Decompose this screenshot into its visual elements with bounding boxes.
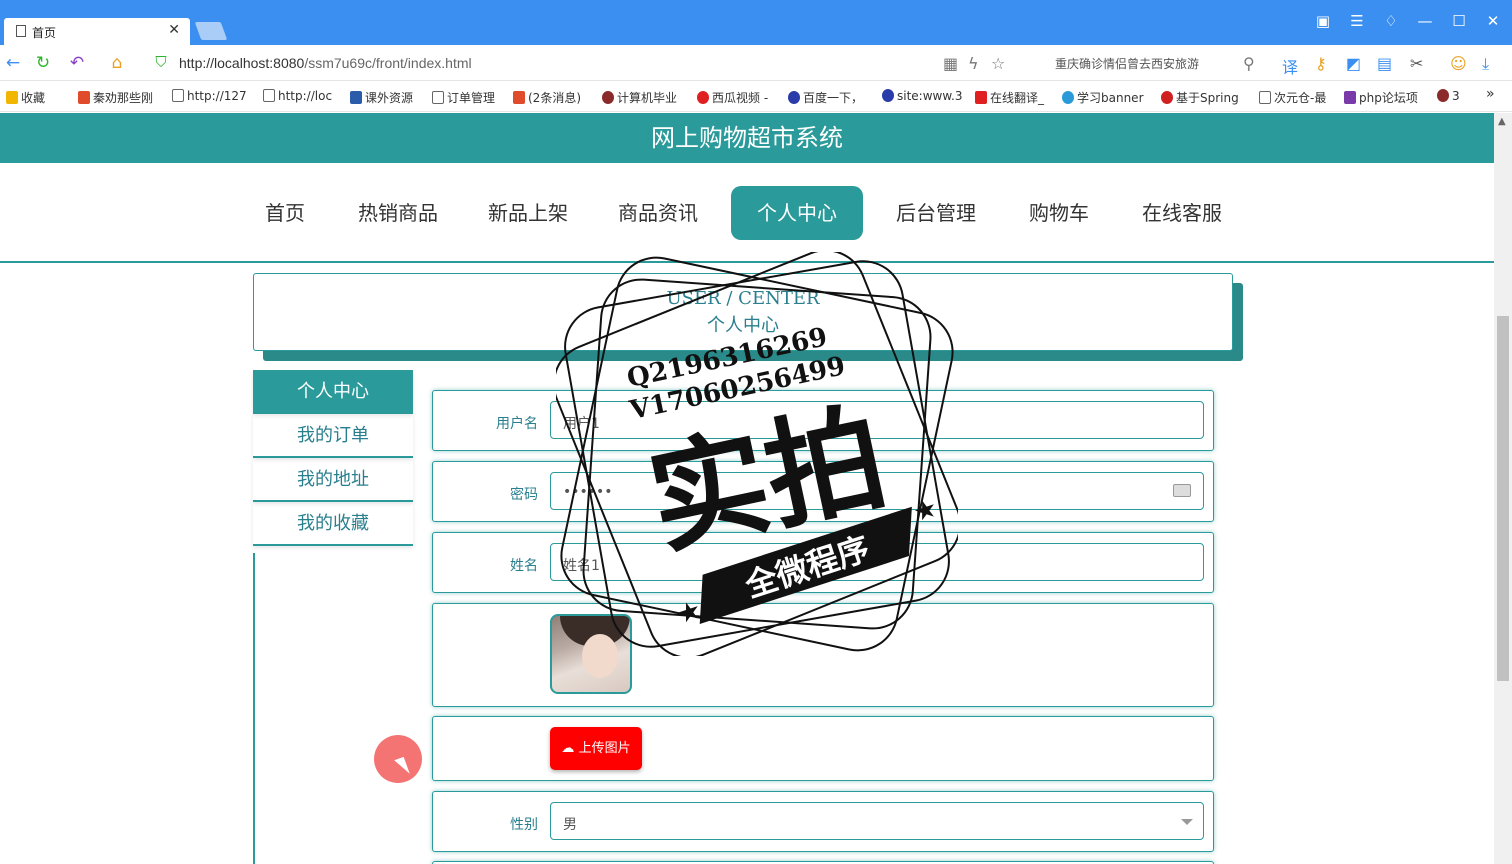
bookmark-item[interactable]: 订单管理 <box>432 89 495 106</box>
scroll-up-icon[interactable]: ▲ <box>1498 116 1506 127</box>
address-bar: ← ↻ ↶ ⌂ ⛉ http://localhost:8080/ssm7u69c… <box>0 45 1512 81</box>
minimize-icon[interactable]: — <box>1415 12 1435 30</box>
cloud-upload-icon: ☁ <box>561 741 575 756</box>
menu-icon[interactable]: ☰ <box>1347 12 1367 30</box>
key-icon[interactable]: ⚷ <box>1315 54 1327 73</box>
password-row: 密码 •••••• <box>432 461 1214 522</box>
close-window-icon[interactable]: ✕ <box>1483 12 1503 30</box>
download-icon[interactable]: ⤓ <box>1482 54 1489 74</box>
heading-en: USER / CENTER <box>666 288 820 309</box>
username-row: 用户名 用户1 <box>432 390 1214 451</box>
page-content: 网上购物超市系统 首页 热销商品 新品上架 商品资讯 个人中心 后台管理 购物车… <box>0 113 1494 864</box>
close-tab-icon[interactable]: ✕ <box>168 22 180 38</box>
skin-icon[interactable]: ♢ <box>1381 12 1401 30</box>
browser-tab[interactable]: 首页 ✕ <box>4 18 190 45</box>
star-icon[interactable]: ☆ <box>991 54 1005 73</box>
scroll-thumb[interactable] <box>1497 316 1509 681</box>
lightning-icon[interactable]: ϟ <box>968 54 979 73</box>
qr-icon[interactable]: ▦ <box>943 54 958 73</box>
bookmark-item[interactable]: 3 <box>1437 89 1460 103</box>
password-input[interactable]: •••••• <box>550 472 1204 510</box>
tab-title: 首页 <box>32 26 57 40</box>
refresh-icon[interactable]: ↻ <box>32 53 54 73</box>
username-label: 用户名 <box>496 416 538 432</box>
bookmark-item[interactable]: 学习banner <box>1062 89 1144 106</box>
bookmark-item[interactable]: 基于Spring <box>1161 89 1239 106</box>
secure-shield-icon: ⛉ <box>155 53 167 71</box>
tab-list-icon[interactable]: ▣ <box>1313 12 1333 30</box>
user-sidebar: 个人中心 我的订单 我的地址 我的收藏 <box>253 370 413 546</box>
nav-admin[interactable]: 后台管理 <box>886 186 986 240</box>
sidebar-item-user-center[interactable]: 个人中心 <box>253 370 413 414</box>
password-label: 密码 <box>510 487 538 503</box>
maximize-icon[interactable]: ☐ <box>1449 12 1469 30</box>
extension-icon[interactable]: ◩ <box>1346 54 1361 73</box>
window-icon[interactable]: ▤ <box>1377 54 1392 73</box>
gender-select[interactable]: 男 <box>550 802 1204 840</box>
bookmark-item[interactable]: 在线翻译_ <box>975 89 1044 106</box>
site-title: 网上购物超市系统 <box>0 113 1494 163</box>
main-nav: 首页 热销商品 新品上架 商品资讯 个人中心 后台管理 购物车 在线客服 <box>0 163 1494 263</box>
upload-row: ☁ 上传图片 <box>432 716 1214 781</box>
translate-icon[interactable]: 译 <box>1282 54 1298 78</box>
nav-hot-products[interactable]: 热销商品 <box>348 186 448 240</box>
name-input[interactable]: 姓名1 <box>550 543 1204 581</box>
bookmarks-bar: 收藏 秦劝那些刚 http://127 http://loc 课外资源 订单管理… <box>0 81 1512 112</box>
nav-user-center[interactable]: 个人中心 <box>731 186 863 240</box>
search-icon[interactable]: ⚲ <box>1243 54 1255 73</box>
bookmark-item[interactable]: (2条消息) <box>513 89 581 106</box>
user-center-heading: USER / CENTER 个人中心 <box>253 273 1233 351</box>
browser-titlebar: 首页 ✕ ▣ ☰ ♢ — ☐ ✕ <box>0 0 1512 45</box>
bookmark-item[interactable]: 收藏 <box>6 89 45 106</box>
name-label: 姓名 <box>510 558 538 574</box>
more-bookmarks-icon[interactable]: » <box>1486 86 1495 102</box>
scissors-icon[interactable]: ✂ <box>1410 54 1423 73</box>
page-icon <box>16 25 26 37</box>
undo-icon[interactable]: ↶ <box>66 53 88 73</box>
nav-new-products[interactable]: 新品上架 <box>478 186 578 240</box>
avatar-image <box>550 614 632 694</box>
chevron-down-icon <box>1181 819 1193 825</box>
emoji-icon[interactable]: ☺ <box>1450 54 1467 73</box>
nav-cart[interactable]: 购物车 <box>1019 186 1099 240</box>
nav-news[interactable]: 商品资讯 <box>608 186 708 240</box>
bookmark-item[interactable]: 西瓜视频 - <box>697 89 768 106</box>
back-icon[interactable]: ← <box>2 53 24 73</box>
keyboard-icon[interactable] <box>1173 484 1191 497</box>
bookmark-item[interactable]: 百度一下， <box>788 89 863 106</box>
new-tab-button[interactable] <box>194 22 228 40</box>
bookmark-item[interactable]: 计算机毕业 <box>602 89 677 106</box>
sidebar-border <box>253 553 255 864</box>
name-row: 姓名 姓名1 <box>432 532 1214 593</box>
search-input[interactable]: 重庆确诊情侣曾去西安旅游 <box>1055 55 1199 72</box>
username-input[interactable]: 用户1 <box>550 401 1204 439</box>
avatar-row <box>432 603 1214 707</box>
home-icon[interactable]: ⌂ <box>106 53 128 73</box>
sidebar-item-favorites[interactable]: 我的收藏 <box>253 502 413 546</box>
bookmark-item[interactable]: 次元仓-最 <box>1259 89 1326 106</box>
scrollbar[interactable]: ▲ <box>1494 113 1512 864</box>
bookmark-item[interactable]: php论坛项 <box>1344 89 1418 106</box>
nav-home[interactable]: 首页 <box>250 186 320 240</box>
sidebar-item-address[interactable]: 我的地址 <box>253 458 413 502</box>
gender-row: 性别 男 <box>432 791 1214 852</box>
gender-label: 性别 <box>510 817 538 833</box>
bookmark-item[interactable]: 课外资源 <box>350 89 413 106</box>
bookmark-item[interactable]: http://127 <box>172 89 247 103</box>
bookmark-item[interactable]: http://loc <box>263 89 332 103</box>
url-field[interactable]: http://localhost:8080/ssm7u69c/front/ind… <box>179 55 472 71</box>
bookmark-item[interactable]: site:www.3 <box>882 89 963 103</box>
nav-support[interactable]: 在线客服 <box>1132 186 1232 240</box>
heading-cn: 个人中心 <box>707 315 779 336</box>
bookmark-item[interactable]: 秦劝那些刚 <box>78 89 153 106</box>
sidebar-item-orders[interactable]: 我的订单 <box>253 414 413 458</box>
upload-image-button[interactable]: ☁ 上传图片 <box>550 727 642 770</box>
